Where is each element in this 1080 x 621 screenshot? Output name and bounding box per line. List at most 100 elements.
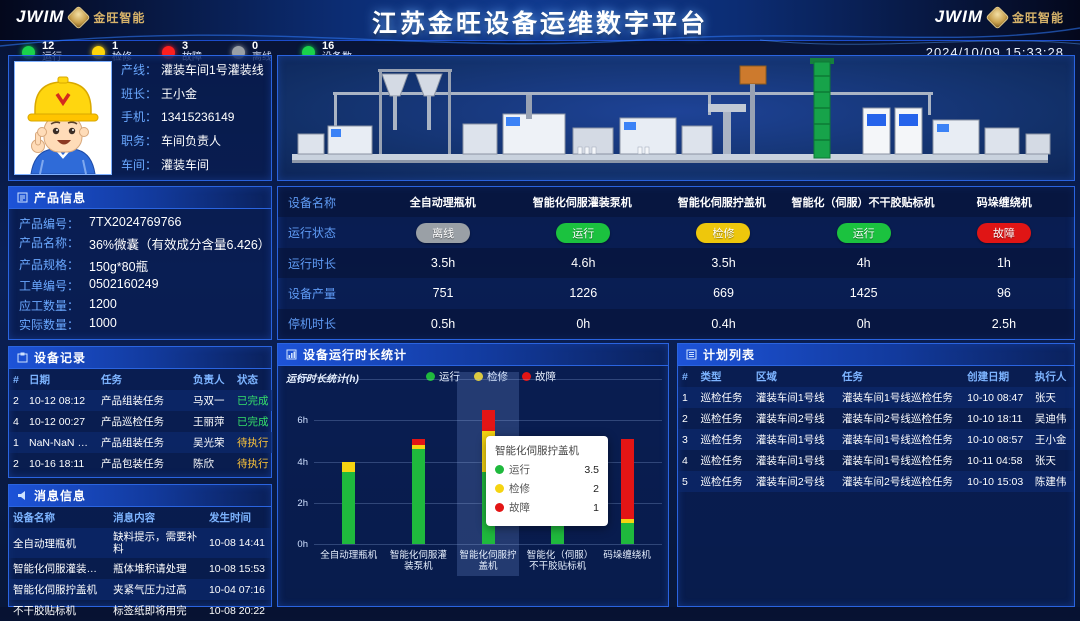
- product-name-row: 产品名称：36%微囊（有效成分含量6.426）: [19, 234, 261, 253]
- operator-avatar: [14, 61, 112, 175]
- offline-count: 0: [252, 41, 272, 53]
- work-order-row: 工单编号：0502160249: [19, 277, 261, 294]
- plan-list-panel: 计划列表 #类型区域任务创建日期执行人 1巡检任务灌装车间1号线灌装车间1号线巡…: [677, 343, 1075, 607]
- planned-qty-row: 应工数量：1200: [19, 297, 261, 314]
- brand-name: 金旺智能: [1012, 9, 1064, 26]
- messages-titlebar: 消息信息: [9, 485, 271, 507]
- operator-line-row: 产线：灌装车间1号灌装线: [121, 64, 266, 77]
- chart-plot-area[interactable]: 0h2h4h6h8h全自动理瓶机智能化伺服灌装泵机智能化伺服拧盖机智能化（伺服）…: [278, 344, 670, 608]
- table-row: 全自动理瓶机缺料提示，需要补料10-08 14:41: [9, 528, 271, 558]
- table-row: 1NaN-NaN NaN产品组装任务吴光荣待执行: [9, 432, 273, 453]
- actual-qty-row: 实际数量：1000: [19, 316, 261, 333]
- device-records-table: #日期任务负责人状态 210-12 08:12产品组装任务马双一已完成 410-…: [9, 369, 273, 474]
- worker-cartoon-illustration: [15, 62, 111, 174]
- table-row: 1巡检任务灌装车间1号线灌装车间1号线巡检任务10-10 08:47张天: [678, 387, 1074, 408]
- table-row: 4巡检任务灌装车间1号线灌装车间1号线巡检任务10-11 04:58张天: [678, 450, 1074, 471]
- device-records-header: #日期任务负责人状态: [9, 369, 273, 390]
- device-name-row: 设备名称 全自动理瓶机 智能化伺服灌装泵机 智能化伺服拧盖机 智能化（伺服）不干…: [278, 187, 1074, 217]
- x-axis-label: 智能化伺服拧盖机: [455, 550, 521, 573]
- messages-header: 设备名称消息内容发生时间: [9, 507, 271, 528]
- table-row: 3巡检任务灌装车间1号线灌装车间1号线巡检任务10-10 08:57王小金: [678, 429, 1074, 450]
- bar-segment-故障[interactable]: [621, 439, 634, 519]
- status-badge: 运行: [837, 223, 891, 243]
- x-axis-label: 智能化伺服灌装泵机: [386, 550, 452, 573]
- y-tick-label: 4h: [282, 457, 308, 468]
- product-info-panel: 产品信息 产品编号：7TX2024769766 产品名称：36%微囊（有效成分含…: [8, 186, 272, 340]
- operator-role-row: 职务：车间负责人: [121, 135, 266, 148]
- plan-list-title: 计划列表: [703, 346, 755, 363]
- fault-count: 3: [182, 41, 202, 53]
- device-records-titlebar: 设备记录: [9, 347, 271, 369]
- device-records-title: 设备记录: [34, 349, 86, 366]
- x-axis-label: 智能化（伺服）不干胶贴标机: [525, 550, 591, 573]
- jwim-logo: JWIM: [935, 7, 983, 27]
- bar-segment-运行[interactable]: [342, 472, 355, 544]
- status-badge: 运行: [556, 223, 610, 243]
- production-line-diagram: [278, 56, 1074, 180]
- operator-card: 产线：灌装车间1号灌装线 班长：王小金 手机：13415236149 职务：车间…: [8, 55, 272, 181]
- status-badge: 已完成: [233, 390, 273, 411]
- bar-segment-运行[interactable]: [621, 523, 634, 544]
- product-info-title: 产品信息: [34, 189, 86, 206]
- product-fields: 产品编号：7TX2024769766 产品名称：36%微囊（有效成分含量6.42…: [9, 209, 271, 339]
- runtime-chart-panel: 设备运行时长统计 运行时长统计(h) 运行 检修 故障 0h2h4h6h8h全自…: [277, 343, 669, 607]
- bar-segment-运行[interactable]: [412, 449, 425, 544]
- output-row: 设备产量 751 1226 669 1425 96: [278, 278, 1074, 308]
- header-bar: JWIM 金旺智能 江苏金旺设备运维数字平台 JWIM 金旺智能: [0, 0, 1080, 41]
- document-icon: [17, 192, 28, 203]
- operator-phone-row: 手机：13415236149: [121, 111, 266, 124]
- gridline: [314, 544, 662, 545]
- table-row: 210-12 08:12产品组装任务马双一已完成: [9, 390, 273, 411]
- bar-segment-检修[interactable]: [621, 519, 634, 523]
- gridline: [314, 379, 662, 380]
- page-title: 江苏金旺设备运维数字平台: [0, 4, 1080, 40]
- running-count: 12: [42, 41, 62, 53]
- y-tick-label: 2h: [282, 498, 308, 509]
- y-tick-label: 6h: [282, 415, 308, 426]
- product-info-titlebar: 产品信息: [9, 187, 271, 209]
- status-badge: 检修: [696, 223, 750, 243]
- horn-icon: [17, 490, 28, 501]
- device-status-panel: 设备名称 全自动理瓶机 智能化伺服灌装泵机 智能化伺服拧盖机 智能化（伺服）不干…: [277, 186, 1075, 340]
- plan-list-header: #类型区域任务创建日期执行人: [678, 366, 1074, 387]
- operator-fields: 产线：灌装车间1号灌装线 班长：王小金 手机：13415236149 职务：车间…: [121, 61, 266, 175]
- tooltip-row: 故障1: [495, 500, 599, 515]
- brand-right: JWIM 金旺智能: [935, 7, 1064, 27]
- x-axis-label: 全自动理瓶机: [316, 550, 382, 561]
- status-badge: 待执行: [233, 432, 273, 453]
- status-badge: 故障: [977, 223, 1031, 243]
- list-icon: [686, 349, 697, 360]
- device-total-count: 16: [322, 41, 352, 53]
- table-row: 5巡检任务灌装车间2号线灌装车间2号线巡检任务10-10 15:03陈建伟: [678, 471, 1074, 492]
- table-row: 智能化伺服拧盖机夹紧气压力过高10-04 07:16: [9, 579, 271, 600]
- product-code-row: 产品编号：7TX2024769766: [19, 215, 261, 232]
- table-row: 2巡检任务灌装车间2号线灌装车间2号线巡检任务10-10 18:11吴迪伟: [678, 408, 1074, 429]
- bar-segment-故障[interactable]: [412, 439, 425, 445]
- bar-segment-检修[interactable]: [342, 462, 355, 472]
- table-row: 智能化伺服灌装泵机瓶体堆积请处理10-08 15:53: [9, 558, 271, 579]
- tooltip-fault-dot: [495, 503, 504, 512]
- messages-table: 设备名称消息内容发生时间 全自动理瓶机缺料提示，需要补料10-08 14:41 …: [9, 507, 271, 621]
- y-tick-label: 0h: [282, 539, 308, 550]
- clipboard-icon: [17, 352, 28, 363]
- plan-list-table: #类型区域任务创建日期执行人 1巡检任务灌装车间1号线灌装车间1号线巡检任务10…: [678, 366, 1074, 492]
- brand-diamond-icon: [985, 5, 1009, 29]
- tooltip-title: 智能化伺服拧盖机: [495, 443, 599, 458]
- device-records-panel: 设备记录 #日期任务负责人状态 210-12 08:12产品组装任务马双一已完成…: [8, 346, 272, 478]
- table-row: 210-16 18:11产品包装任务陈欣待执行: [9, 453, 273, 474]
- table-row: 410-12 00:27产品巡检任务王丽萍已完成: [9, 411, 273, 432]
- maintenance-count: 1: [112, 41, 132, 53]
- tooltip-maintenance-dot: [495, 484, 504, 493]
- x-axis-label: 码垛缠绕机: [594, 550, 660, 561]
- status-badge: 待执行: [233, 453, 273, 474]
- tooltip-row: 运行3.5: [495, 462, 599, 477]
- operator-leader-row: 班长：王小金: [121, 88, 266, 101]
- bar-segment-检修[interactable]: [412, 445, 425, 449]
- status-badge: 离线: [416, 223, 470, 243]
- run-status-row: 运行状态 离线 运行 检修 运行 故障: [278, 217, 1074, 247]
- status-badge: 已完成: [233, 411, 273, 432]
- table-row: 不干胶贴标机标签纸即将用完10-08 20:22: [9, 600, 271, 621]
- bar-segment-故障[interactable]: [482, 410, 495, 431]
- product-spec-row: 产品规格：150g*80瓶: [19, 256, 261, 275]
- chart-tooltip: 智能化伺服拧盖机 运行3.5 检修2 故障1: [486, 436, 608, 526]
